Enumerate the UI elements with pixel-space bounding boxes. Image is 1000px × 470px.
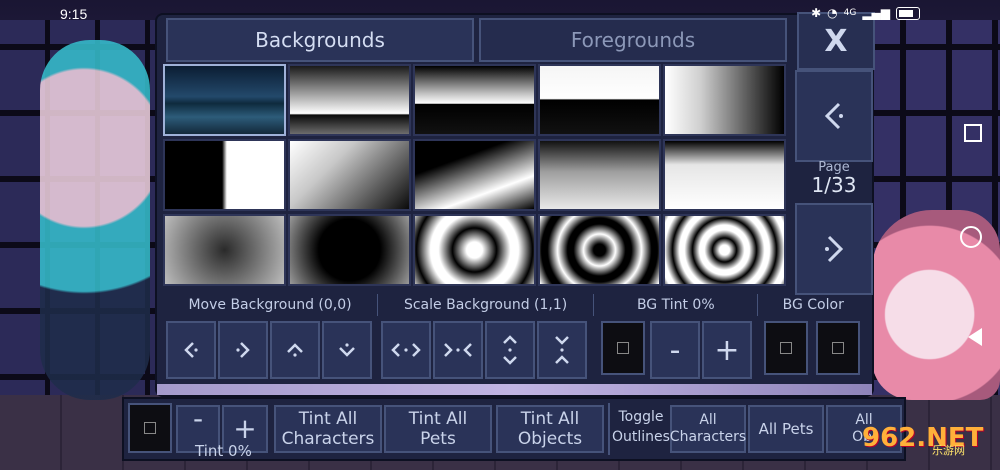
scale-background-label: Scale Background (1,1) — [378, 294, 595, 316]
panel-accent-bar — [157, 384, 872, 395]
wifi-icon: ◔ — [827, 6, 838, 20]
scale-shorter-button[interactable] — [537, 321, 587, 379]
watermark-sub: 乐游网 — [932, 444, 965, 457]
move-right-button[interactable] — [218, 321, 268, 379]
background-thumbnail-perspective-floor[interactable] — [413, 139, 536, 211]
chevron-right-icon — [236, 342, 250, 358]
bluetooth-icon: ✱ — [811, 6, 822, 20]
previous-page-button[interactable] — [795, 70, 873, 162]
expand-vertical-icon — [503, 335, 517, 365]
background-thumbnail-radial-rings-4[interactable] — [663, 214, 786, 286]
tint-all-characters-button[interactable]: Tint All Characters — [274, 405, 382, 453]
background-thumbnail-radial-rings-2[interactable] — [413, 214, 536, 286]
bg-color-swatch-1[interactable] — [764, 321, 808, 375]
chevron-left-icon — [824, 102, 843, 130]
tint-all-swatch[interactable] — [128, 403, 172, 453]
shrink-vertical-icon — [555, 336, 569, 364]
background-thumbnail-radial-dark-center[interactable] — [288, 214, 411, 286]
signal-text: 4G — [843, 8, 857, 18]
toggle-outlines-label: Toggle Outlines — [612, 409, 670, 445]
chevron-right-icon — [825, 235, 844, 263]
page-number: 1/33 — [811, 173, 857, 197]
shrink-horizontal-icon — [444, 343, 472, 357]
move-down-button[interactable] — [322, 321, 372, 379]
tint-increase-button[interactable]: + — [702, 321, 752, 379]
background-thumbnail-radial-soft[interactable] — [163, 214, 286, 286]
swatch-square-icon — [780, 342, 792, 354]
bg-color-label: BG Color — [782, 297, 844, 313]
swatch-square-icon — [832, 342, 844, 354]
status-time: 9:15 — [60, 6, 88, 22]
chevron-up-icon — [287, 343, 303, 357]
outline-all-characters-button[interactable]: All Characters — [670, 405, 746, 453]
background-thumbnail-gradient-bottom-dark[interactable] — [538, 64, 661, 136]
background-thumbnail-gradient-horizon-top[interactable] — [413, 64, 536, 136]
swatch-square-icon — [144, 422, 156, 434]
scale-widen-button[interactable] — [381, 321, 431, 379]
move-left-button[interactable] — [166, 321, 216, 379]
move-up-button[interactable] — [270, 321, 320, 379]
outline-all-pets-button[interactable]: All Pets — [748, 405, 824, 453]
page-indicator: Page 1/33 — [795, 160, 873, 197]
status-bar: 9:15 ✱ ◔ 4G ▂▄▆ — [0, 0, 1000, 28]
background-thumbnail-gradient-left-light[interactable] — [663, 64, 786, 136]
back-button[interactable] — [968, 328, 982, 346]
background-thumbnail-gradient-diagonal[interactable] — [288, 139, 411, 211]
tint-decrease-button[interactable]: - — [650, 321, 700, 379]
watermark-main: 962.NET — [862, 423, 984, 453]
background-thumbnail-split-vertical[interactable] — [163, 139, 286, 211]
battery-icon — [896, 6, 920, 20]
tint-all-objects-button[interactable]: Tint All Objects — [496, 405, 604, 453]
scale-narrow-button[interactable] — [433, 321, 483, 379]
move-background-label: Move Background (0,0) — [163, 294, 379, 316]
control-categories: Move Background (0,0) Scale Background (… — [163, 294, 868, 316]
background-thumbnail-radial-rings-3[interactable] — [538, 214, 661, 286]
home-button[interactable] — [960, 226, 982, 248]
expand-horizontal-icon — [391, 343, 421, 357]
chevron-left-icon — [184, 342, 198, 358]
signal-icon: ▂▄▆ — [862, 6, 890, 20]
toolbar-divider — [608, 403, 610, 455]
background-thumbnail-perspective-floor-soft[interactable] — [538, 139, 661, 211]
chevron-down-icon — [339, 343, 355, 357]
background-thumbnail-grid — [163, 64, 788, 290]
bg-tint-swatch[interactable] — [601, 321, 645, 375]
background-thumbnail-perspective-floor-light[interactable] — [663, 139, 786, 211]
background-thumbnail-gradient-dark-top[interactable] — [288, 64, 411, 136]
swatch-square-icon — [617, 342, 629, 354]
scale-taller-button[interactable] — [485, 321, 535, 379]
tint-all-percent: Tint 0% — [195, 442, 252, 460]
bg-color-swatch-2[interactable] — [816, 321, 860, 375]
background-thumbnail-city-night[interactable] — [163, 64, 286, 136]
recent-apps-button[interactable] — [964, 124, 982, 142]
bg-tint-label: BG Tint 0% — [594, 294, 759, 316]
tint-all-pets-button[interactable]: Tint All Pets — [384, 405, 492, 453]
site-watermark: 962.NET 乐游网 — [862, 416, 992, 460]
next-page-button[interactable] — [795, 203, 873, 295]
character-left — [40, 40, 150, 400]
bottom-toolbar: - + Tint 0% Tint All Characters Tint All… — [122, 397, 906, 461]
system-icons: ✱ ◔ 4G ▂▄▆ — [811, 6, 920, 20]
